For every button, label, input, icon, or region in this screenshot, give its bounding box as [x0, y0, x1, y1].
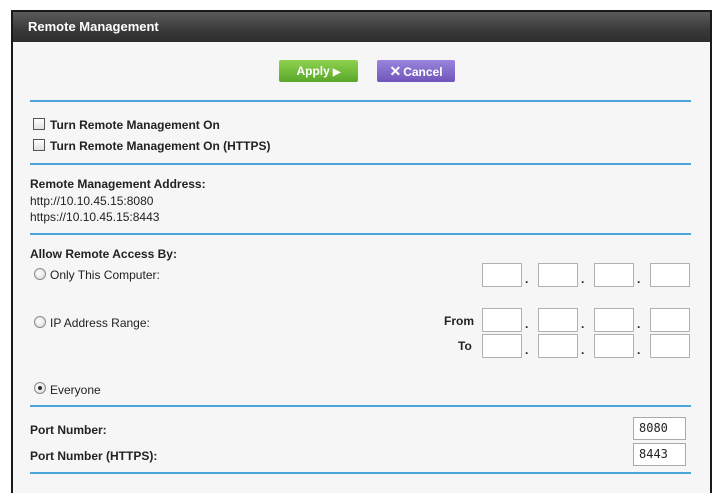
page-title: Remote Management	[13, 12, 710, 42]
divider	[30, 233, 691, 235]
everyone-radio[interactable]	[34, 382, 46, 394]
allow-remote-access-heading: Allow Remote Access By:	[30, 247, 177, 261]
remote-management-panel: Remote Management Apply ▶ ✕ Cancel Turn Re…	[11, 10, 712, 493]
divider	[30, 472, 691, 474]
everyone-label: Everyone	[50, 383, 101, 397]
divider	[30, 163, 691, 165]
ip-address-range-radio[interactable]	[34, 316, 46, 328]
remote-management-address-heading: Remote Management Address:	[30, 177, 206, 191]
cancel-label: Cancel	[403, 65, 443, 79]
port-number-https-input[interactable]: 8443	[633, 443, 686, 466]
ip-dot: .	[525, 272, 529, 286]
to-label: To	[458, 339, 472, 353]
range-from-octet-1[interactable]	[482, 308, 522, 332]
range-from-octet-4[interactable]	[650, 308, 690, 332]
port-number-input[interactable]: 8080	[633, 417, 686, 440]
port-number-https-label: Port Number (HTTPS):	[30, 449, 158, 463]
range-to-octet-2[interactable]	[538, 334, 578, 358]
ip-dot: .	[637, 317, 641, 331]
ip-dot: .	[581, 343, 585, 357]
apply-button[interactable]: Apply ▶	[279, 60, 358, 82]
x-icon: ✕	[389, 63, 402, 79]
range-to-octet-1[interactable]	[482, 334, 522, 358]
ip-dot: .	[637, 272, 641, 286]
turn-remote-management-on-label: Turn Remote Management On	[50, 118, 220, 132]
ip-dot: .	[525, 343, 529, 357]
turn-remote-management-on-checkbox[interactable]	[33, 118, 45, 130]
https-address: https://10.10.45.15:8443	[30, 210, 160, 224]
only-computer-ip-octet-1[interactable]	[482, 263, 522, 287]
port-number-label: Port Number:	[30, 423, 107, 437]
from-label: From	[444, 314, 474, 328]
ip-dot: .	[581, 272, 585, 286]
only-this-computer-label: Only This Computer:	[50, 268, 160, 282]
only-this-computer-radio[interactable]	[34, 268, 46, 280]
range-from-octet-2[interactable]	[538, 308, 578, 332]
divider	[30, 405, 691, 407]
http-address: http://10.10.45.15:8080	[30, 194, 154, 208]
range-from-octet-3[interactable]	[594, 308, 634, 332]
range-to-octet-4[interactable]	[650, 334, 690, 358]
divider	[30, 100, 691, 102]
only-computer-ip-octet-3[interactable]	[594, 263, 634, 287]
only-computer-ip-octet-4[interactable]	[650, 263, 690, 287]
ip-dot: .	[637, 343, 641, 357]
ip-address-range-label: IP Address Range:	[50, 316, 150, 330]
turn-remote-management-on-https-checkbox[interactable]	[33, 139, 45, 151]
triangle-right-icon: ▶	[332, 67, 341, 78]
ip-dot: .	[525, 317, 529, 331]
apply-label: Apply	[296, 64, 330, 78]
cancel-button[interactable]: ✕ Cancel	[377, 60, 455, 82]
ip-dot: .	[581, 317, 585, 331]
only-computer-ip-octet-2[interactable]	[538, 263, 578, 287]
range-to-octet-3[interactable]	[594, 334, 634, 358]
turn-remote-management-on-https-label: Turn Remote Management On (HTTPS)	[50, 139, 271, 153]
